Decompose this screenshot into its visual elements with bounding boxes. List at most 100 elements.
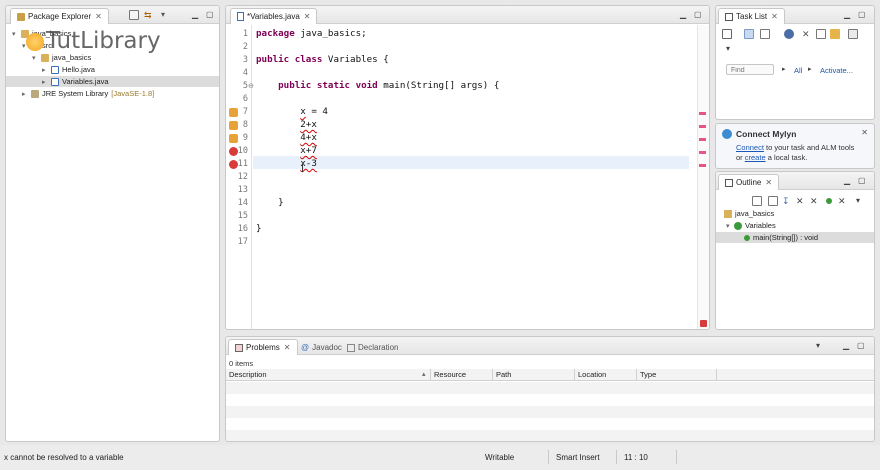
expanded-arrow-icon[interactable]: ▾ [726, 221, 734, 232]
outline-item[interactable]: java_basics [716, 208, 874, 219]
close-icon[interactable]: ✕ [771, 12, 778, 21]
status-divider [548, 450, 549, 464]
close-icon[interactable]: ✕ [95, 12, 102, 21]
create-link[interactable]: create [745, 153, 766, 162]
new-task-icon[interactable] [722, 29, 732, 39]
view-menu-icon[interactable]: ▾ [726, 44, 730, 53]
collapsed-arrow-icon[interactable]: ▸ [42, 65, 51, 76]
presentation-icon[interactable] [848, 29, 858, 39]
column-location[interactable]: Location [575, 369, 637, 381]
scheduled-icon[interactable] [760, 29, 770, 39]
overview-error-mark[interactable] [699, 151, 706, 154]
tree-item[interactable]: ▸ JRE System Library [JavaSE-1.8] [6, 88, 219, 99]
focus-icon[interactable] [784, 29, 794, 39]
public-member-icon[interactable] [826, 198, 832, 204]
collapse-all-icon[interactable] [129, 10, 139, 20]
minimize-icon[interactable]: ▁ [192, 10, 198, 20]
overview-error-mark[interactable] [699, 138, 706, 141]
error-marker-icon[interactable] [229, 160, 238, 169]
tab-package-explorer[interactable]: Package Explorer ✕ [10, 8, 109, 24]
maximize-icon[interactable]: ▢ [857, 341, 865, 351]
tree-item[interactable]: ▸ Hello.java [6, 64, 219, 75]
column-path[interactable]: Path [493, 369, 575, 381]
code-line[interactable]: x+7 [256, 145, 317, 156]
hide-static-icon[interactable]: ✕ [796, 196, 806, 206]
maximize-icon[interactable]: ▢ [858, 10, 866, 20]
tab-task-list[interactable]: Task List ✕ [718, 8, 785, 24]
line-number: 5 [242, 81, 248, 91]
collapsed-arrow-icon[interactable]: ▸ [22, 89, 31, 100]
all-link[interactable]: All [794, 66, 802, 75]
tab-outline[interactable]: Outline ✕ [718, 174, 780, 190]
close-icon[interactable]: ✕ [284, 343, 291, 352]
connect-link[interactable]: Connect [736, 143, 764, 152]
sort-icon[interactable] [768, 196, 778, 206]
code-area[interactable]: 1 package java_basics; 2 3 public class Vari… [226, 6, 709, 329]
link-with-editor-icon[interactable]: ⇆ [144, 10, 154, 20]
activate-dropdown-icon[interactable]: ▸ [808, 65, 812, 73]
collapse-icon[interactable] [816, 29, 826, 39]
minimize-icon[interactable]: ▁ [843, 341, 849, 351]
expanded-arrow-icon[interactable]: ▾ [12, 29, 21, 40]
warning-marker-icon[interactable] [229, 121, 238, 130]
close-icon[interactable]: ✕ [765, 178, 772, 187]
tab-declaration[interactable]: Declaration [340, 339, 405, 355]
column-resource[interactable]: Resource [431, 369, 493, 381]
view-menu-icon[interactable]: ▾ [161, 10, 171, 20]
fold-toggle-icon[interactable]: ⊖ [248, 82, 254, 90]
maximize-icon[interactable]: ▢ [858, 176, 866, 186]
problems-header: Description ▴ Resource Path Location Typ… [226, 369, 874, 381]
code-line[interactable]: package java_basics; [256, 28, 367, 39]
warning-marker-icon[interactable] [229, 108, 238, 117]
code-line[interactable]: } [256, 223, 262, 234]
warning-marker-icon[interactable] [229, 134, 238, 143]
find-input-wrap[interactable] [726, 64, 774, 75]
column-type[interactable]: Type [637, 369, 717, 381]
error-token: 4+x [300, 132, 317, 143]
all-dropdown-icon[interactable]: ▸ [782, 65, 786, 73]
maximize-icon[interactable]: ▢ [206, 10, 214, 20]
problems-view: Problems ✕ @ Javadoc Declaration ▾ ▁ ▢ 0 i… [225, 336, 875, 442]
sync-icon[interactable] [830, 29, 840, 39]
tab-problems[interactable]: Problems ✕ [228, 339, 298, 355]
overview-error-mark[interactable] [699, 112, 706, 115]
close-icon[interactable]: ✕ [861, 128, 868, 137]
overview-error-mark[interactable] [699, 164, 706, 167]
outline-item[interactable]: ▾ Variables [716, 220, 874, 231]
line-number: 2 [242, 42, 248, 52]
table-row [226, 382, 874, 394]
line-number: 17 [237, 237, 248, 247]
hide-fields-icon[interactable]: ↧ [782, 196, 792, 206]
minimize-icon[interactable]: ▁ [844, 10, 850, 20]
code-line[interactable]: } [256, 197, 284, 208]
hide-local-types-icon[interactable]: ✕ [838, 196, 848, 206]
code-line[interactable]: public static void main(String[] args) { [256, 80, 499, 91]
line-number: 1 [242, 29, 248, 39]
code-line[interactable]: 4+x [256, 132, 317, 143]
error-marker-icon[interactable] [229, 147, 238, 156]
view-menu-icon[interactable]: ▾ [816, 341, 820, 351]
categorized-icon[interactable] [744, 29, 754, 39]
column-description[interactable]: Description [226, 369, 431, 381]
outline-item[interactable]: main(String[]) : void [716, 232, 874, 243]
filter-completed-icon[interactable]: ✕ [802, 29, 812, 39]
watermark-text: TutLibrary [46, 28, 161, 54]
line-number: 3 [242, 55, 248, 65]
hide-nonpublic-icon[interactable]: ✕ [810, 196, 820, 206]
collapsed-arrow-icon[interactable]: ▸ [42, 77, 51, 88]
code-line[interactable]: 2+x [256, 119, 317, 130]
activate-link[interactable]: Activate... [820, 66, 853, 75]
code-line[interactable]: x-3 [256, 158, 317, 169]
code-line[interactable]: x = 4 [256, 106, 328, 117]
table-row [226, 418, 874, 430]
expanded-arrow-icon[interactable]: ▾ [32, 53, 41, 64]
view-menu-icon[interactable]: ▾ [856, 196, 866, 206]
overview-error-mark[interactable] [699, 125, 706, 128]
find-input[interactable] [727, 66, 773, 75]
collapse-all-icon[interactable] [752, 196, 762, 206]
status-divider [676, 450, 677, 464]
tree-item[interactable]: ▸ Variables.java [6, 76, 219, 87]
minimize-icon[interactable]: ▁ [844, 176, 850, 186]
code-line[interactable]: public class Variables { [256, 54, 389, 65]
